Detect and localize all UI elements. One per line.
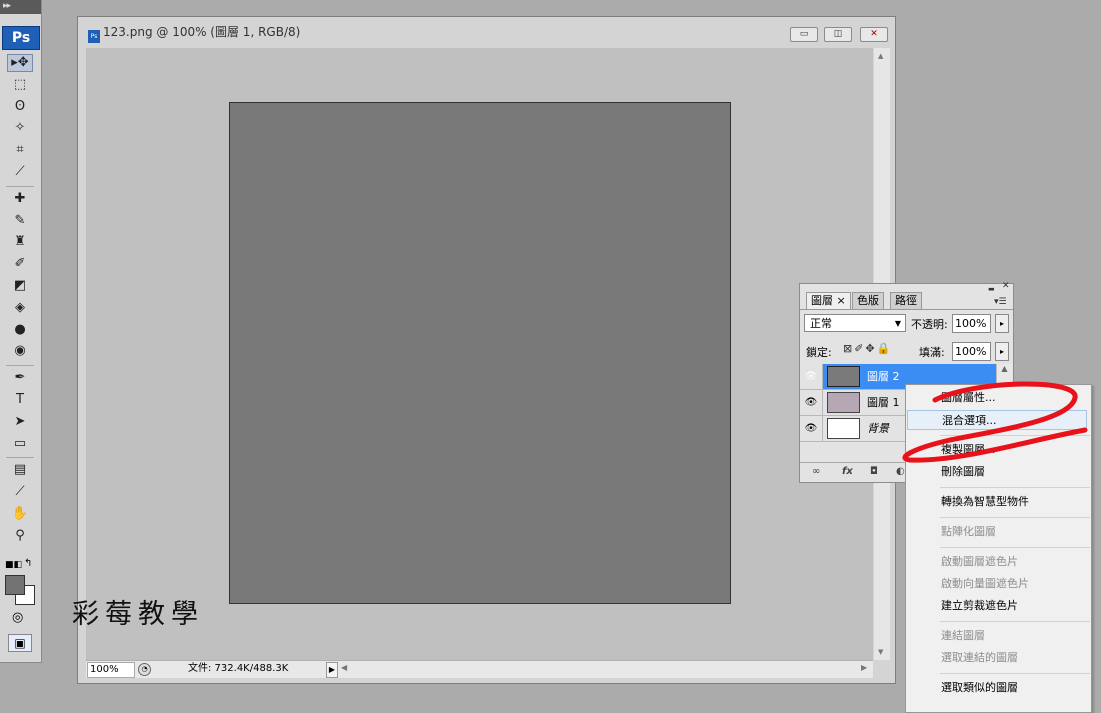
status-info-icon[interactable]: ◔ bbox=[138, 663, 151, 676]
brush-icon[interactable]: ✎ bbox=[7, 212, 33, 230]
fill-field[interactable]: 100% bbox=[952, 342, 991, 361]
toolbox: ▸▸ Ps ■◧ ↰ ◎ ▣ ▸✥ ⬚ ʘ ✧ ⌗ ⟋ ✚ ✎ ♜ ✐ ◩ ◈ ● ◉ ✒ T ➤ ▭ ▤ ⟋ ✋ ⚲ bbox=[0, 0, 42, 663]
eraser-icon[interactable]: ◩ bbox=[7, 277, 33, 295]
document-window: Ps 123.png @ 100% (圖層 1, RGB/8) ▭ ◫ ✕ ▲ ▼… bbox=[77, 16, 896, 684]
swap-colors-icon[interactable]: ↰ bbox=[24, 558, 32, 569]
marquee-icon[interactable]: ⬚ bbox=[7, 76, 33, 94]
history-brush-icon[interactable]: ✐ bbox=[7, 255, 33, 273]
move-icon[interactable]: ▸✥ bbox=[7, 54, 33, 72]
menu-item[interactable]: 建立剪裁遮色片 bbox=[941, 596, 1018, 616]
notes-icon[interactable]: ▤ bbox=[7, 461, 33, 479]
fill-label: 填滿: bbox=[919, 346, 945, 359]
close-panel-icon[interactable]: ✕ bbox=[1002, 281, 1010, 291]
scroll-right-icon[interactable]: ▶ bbox=[861, 663, 867, 672]
menu-item[interactable]: 啟動向量圖遮色片 bbox=[941, 574, 1029, 594]
eyedropper-slice-icon[interactable]: ⟋ bbox=[7, 163, 33, 181]
layer-thumbnail bbox=[827, 392, 860, 413]
opacity-label: 不透明: bbox=[911, 318, 948, 331]
opacity-slider-button[interactable]: ▸ bbox=[995, 314, 1009, 333]
tab-close-icon[interactable]: × bbox=[837, 294, 846, 307]
foreground-color-swatch[interactable] bbox=[5, 575, 25, 595]
dodge-icon[interactable]: ◉ bbox=[7, 342, 33, 360]
red-annotation-scribble bbox=[902, 381, 1088, 463]
zoom-level-field[interactable]: 100% bbox=[87, 662, 135, 678]
status-menu-arrow[interactable]: ▶ bbox=[326, 662, 338, 678]
menu-item[interactable]: 轉換為智慧型物件 bbox=[941, 492, 1029, 512]
visibility-eye-icon[interactable]: 👁 bbox=[800, 416, 823, 441]
toolbox-separator bbox=[6, 365, 34, 367]
chevron-down-icon: ▼ bbox=[894, 319, 901, 328]
menu-item[interactable]: 點陣化圖層 bbox=[941, 522, 996, 542]
status-bar: 100% ◔ 文件: 732.4K/488.3K ▶ ◀ ▶ bbox=[86, 660, 873, 678]
photoshop-logo[interactable]: Ps bbox=[2, 26, 40, 50]
add-mask-icon[interactable]: ◘ bbox=[870, 466, 878, 477]
watermark-text: 彩莓教學 bbox=[72, 599, 204, 630]
magic-wand-icon[interactable]: ✧ bbox=[7, 119, 33, 137]
document-size-text: 文件: 732.4K/488.3K bbox=[188, 663, 289, 674]
menu-separator bbox=[940, 517, 1090, 518]
link-layers-icon[interactable]: ∞ bbox=[812, 466, 820, 477]
opacity-field[interactable]: 100% bbox=[952, 314, 991, 333]
collapse-panel-icon[interactable]: ▬ bbox=[988, 285, 995, 293]
tabs-divider bbox=[800, 309, 1013, 310]
lock-options-icons[interactable]: ⊠✐✥🔒 bbox=[843, 342, 892, 355]
panel-menu-icon[interactable]: ▾☰ bbox=[994, 297, 1007, 307]
scroll-up-icon[interactable]: ▲ bbox=[878, 52, 883, 60]
path-selection-icon[interactable]: ➤ bbox=[7, 413, 33, 431]
type-icon[interactable]: T bbox=[7, 391, 33, 409]
menu-separator bbox=[940, 487, 1090, 488]
default-colors-icon[interactable]: ■◧ bbox=[5, 560, 22, 570]
menu-item[interactable]: 選取類似的圖層 bbox=[941, 678, 1018, 698]
scroll-left-icon[interactable]: ◀ bbox=[341, 663, 347, 672]
hand-icon[interactable]: ✋ bbox=[7, 505, 33, 523]
lock-label: 鎖定: bbox=[806, 346, 832, 359]
layer-thumbnail bbox=[827, 418, 860, 439]
tab-layers[interactable]: 圖層 × bbox=[806, 292, 851, 310]
blur-icon[interactable]: ● bbox=[7, 321, 33, 339]
paint-bucket-icon[interactable]: ◈ bbox=[7, 299, 33, 317]
document-title-text: 123.png @ 100% (圖層 1, RGB/8) bbox=[103, 25, 301, 39]
tab-paths[interactable]: 路徑 bbox=[890, 292, 922, 309]
minimize-button[interactable]: ▭ bbox=[790, 27, 818, 42]
screen-mode-icon[interactable]: ▣ bbox=[8, 634, 32, 652]
clone-stamp-icon[interactable]: ♜ bbox=[7, 233, 33, 251]
close-button[interactable]: ✕ bbox=[860, 27, 888, 42]
image-canvas[interactable] bbox=[229, 102, 731, 604]
tab-channels[interactable]: 色版 bbox=[852, 292, 884, 309]
toolbox-separator bbox=[6, 185, 34, 187]
fx-icon[interactable]: fx bbox=[842, 466, 853, 477]
scroll-down-icon[interactable]: ▼ bbox=[878, 648, 883, 656]
canvas-area[interactable] bbox=[86, 48, 873, 660]
document-file-icon: Ps bbox=[88, 30, 100, 43]
menu-item[interactable]: 選取連結的圖層 bbox=[941, 648, 1018, 668]
toolbox-grip[interactable]: ▸▸ bbox=[0, 0, 41, 14]
blend-mode-select[interactable]: 正常 ▼ bbox=[804, 314, 906, 332]
visibility-eye-icon[interactable]: 👁 bbox=[800, 364, 823, 389]
fill-slider-button[interactable]: ▸ bbox=[995, 342, 1009, 361]
eyedropper-icon[interactable]: ⟋ bbox=[7, 483, 33, 501]
lasso-icon[interactable]: ʘ bbox=[7, 98, 33, 116]
crop-icon[interactable]: ⌗ bbox=[7, 141, 33, 159]
menu-item[interactable]: 啟動圖層遮色片 bbox=[941, 552, 1018, 572]
pen-icon[interactable]: ✒ bbox=[7, 369, 33, 387]
menu-separator bbox=[940, 673, 1090, 674]
menu-separator bbox=[940, 621, 1090, 622]
restore-button[interactable]: ◫ bbox=[824, 27, 852, 42]
healing-brush-icon[interactable]: ✚ bbox=[7, 190, 33, 208]
menu-separator bbox=[940, 547, 1090, 548]
scribble-stroke bbox=[902, 381, 1088, 463]
toolbox-separator bbox=[6, 457, 34, 459]
layer-thumbnail bbox=[827, 366, 860, 387]
document-title: Ps 123.png @ 100% (圖層 1, RGB/8) bbox=[88, 23, 300, 43]
visibility-eye-icon[interactable]: 👁 bbox=[800, 390, 823, 415]
menu-item[interactable]: 連結圖層 bbox=[941, 626, 985, 646]
zoom-icon[interactable]: ⚲ bbox=[7, 527, 33, 545]
quick-mask-icon[interactable]: ◎ bbox=[12, 610, 23, 625]
shape-icon[interactable]: ▭ bbox=[7, 435, 33, 453]
